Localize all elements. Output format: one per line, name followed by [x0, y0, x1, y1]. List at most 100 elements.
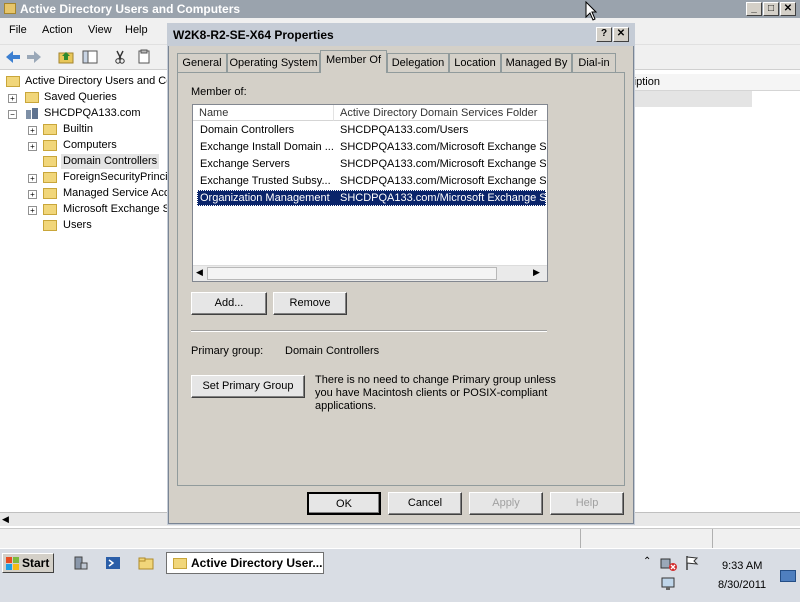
member-of-list[interactable]: Name Active Directory Domain Services Fo…: [192, 104, 548, 282]
separator: [191, 330, 547, 332]
column-header-label: ription: [630, 76, 660, 88]
description-column-header[interactable]: ription: [622, 74, 800, 91]
scroll-left-arrow-icon[interactable]: ◀: [2, 514, 9, 525]
expand-managed-service[interactable]: +: [28, 190, 37, 199]
tab-general[interactable]: General: [177, 53, 227, 72]
domain-controllers-ou-icon: [43, 156, 57, 167]
status-bar: [0, 528, 800, 549]
navigation-tree: Active Directory Users and Co + Saved Qu…: [0, 70, 176, 512]
menu-action[interactable]: Action: [42, 24, 73, 36]
info-text-line-1: There is no need to change Primary group…: [315, 374, 556, 386]
tree-item-domain-controllers[interactable]: Domain Controllers: [61, 154, 160, 169]
list-item-selected[interactable]: Organization Management SHCDPQA133.com/M…: [197, 190, 546, 206]
tree-item-builtin[interactable]: Builtin: [63, 122, 93, 137]
saved-queries-folder-icon: [25, 92, 39, 103]
set-primary-group-button[interactable]: Set Primary Group: [191, 375, 305, 398]
expand-saved-queries[interactable]: +: [8, 94, 17, 103]
list-scroll-thumb[interactable]: [207, 267, 497, 280]
expand-builtin[interactable]: +: [28, 126, 37, 135]
list-item-name: Exchange Trusted Subsy...: [200, 175, 331, 187]
show-hide-tree-icon[interactable]: [82, 49, 98, 65]
list-item[interactable]: Exchange Trusted Subsy... SHCDPQA133.com…: [197, 173, 546, 189]
back-arrow-icon[interactable]: [5, 49, 21, 65]
collapse-domain[interactable]: −: [8, 110, 17, 119]
tab-dial-in[interactable]: Dial-in: [572, 53, 616, 72]
clock-date[interactable]: 8/30/2011: [718, 579, 766, 591]
cancel-button[interactable]: Cancel: [388, 492, 462, 515]
tree-item-managed-service[interactable]: Managed Service Acco: [63, 186, 176, 201]
main-close-button[interactable]: ✕: [780, 2, 796, 16]
tab-managed-by[interactable]: Managed By: [501, 53, 572, 72]
help-button[interactable]: Help: [550, 492, 624, 515]
tree-item-microsoft-exchange[interactable]: Microsoft Exchange S: [63, 202, 170, 217]
domain-icon: [26, 108, 38, 119]
status-divider-2: [712, 529, 713, 549]
server-manager-icon[interactable]: [72, 555, 88, 571]
up-folder-icon[interactable]: [58, 49, 74, 65]
list-item[interactable]: Domain Controllers SHCDPQA133.com/Users: [197, 122, 546, 138]
main-title-bar: Active Directory Users and Computers _ □…: [0, 0, 800, 18]
expand-computers[interactable]: +: [28, 142, 37, 151]
users-folder-icon: [43, 220, 57, 231]
action-center-flag-icon[interactable]: [684, 555, 700, 571]
tab-delegation[interactable]: Delegation: [387, 53, 449, 72]
tree-item-saved-queries[interactable]: Saved Queries: [44, 90, 117, 105]
list-item-folder: SHCDPQA133.com/Microsoft Exchange Se: [340, 158, 546, 170]
dialog-title-bar: W2K8-R2-SE-X64 Properties ? ✕: [168, 24, 634, 46]
tab-location[interactable]: Location: [449, 53, 501, 72]
cut-icon[interactable]: [112, 49, 128, 65]
menu-file[interactable]: File: [9, 24, 27, 36]
taskbar-app-icon: [173, 558, 187, 569]
microsoft-exchange-ou-icon: [43, 204, 57, 215]
column-header-folder[interactable]: Active Directory Domain Services Folder: [334, 105, 547, 121]
add-button[interactable]: Add...: [191, 292, 267, 315]
powershell-icon[interactable]: [105, 555, 121, 571]
list-item-name: Organization Management: [200, 192, 330, 204]
ok-button[interactable]: OK: [307, 492, 381, 515]
expand-foreign-security[interactable]: +: [28, 174, 37, 183]
column-header-name[interactable]: Name: [193, 105, 334, 121]
tree-item-users[interactable]: Users: [63, 218, 92, 233]
show-desktop-button[interactable]: [780, 570, 796, 582]
list-item[interactable]: Exchange Install Domain ... SHCDPQA133.c…: [197, 139, 546, 155]
taskbar-ad-users-button[interactable]: Active Directory User...: [166, 552, 324, 574]
list-scroll-left-icon[interactable]: ◀: [196, 267, 203, 278]
list-item-name: Domain Controllers: [200, 124, 295, 136]
explorer-folder-icon[interactable]: [138, 555, 154, 571]
minimize-button[interactable]: _: [746, 2, 762, 16]
copy-icon[interactable]: [136, 49, 152, 65]
main-window-title: Active Directory Users and Computers: [20, 2, 241, 16]
mouse-pointer-icon: [585, 1, 597, 21]
show-hidden-icons-icon[interactable]: ⌃: [643, 556, 651, 567]
status-divider: [580, 529, 581, 549]
forward-arrow-icon[interactable]: [26, 49, 42, 65]
tree-item-foreign-security[interactable]: ForeignSecurityPrincip: [63, 170, 174, 185]
dialog-close-button[interactable]: ✕: [613, 27, 629, 42]
tab-member-of[interactable]: Member Of: [320, 50, 387, 73]
maximize-button[interactable]: □: [763, 2, 779, 16]
tree-item-computers[interactable]: Computers: [63, 138, 117, 153]
info-text-line-2: you have Macintosh clients or POSIX-comp…: [315, 387, 548, 399]
apply-button[interactable]: Apply: [469, 492, 543, 515]
managed-service-folder-icon: [43, 188, 57, 199]
tree-root-label[interactable]: Active Directory Users and Co: [25, 74, 172, 89]
list-horizontal-scrollbar[interactable]: ◀ ▶: [193, 265, 547, 281]
list-item[interactable]: Exchange Servers SHCDPQA133.com/Microsof…: [197, 156, 546, 172]
list-scroll-right-icon[interactable]: ▶: [533, 267, 540, 278]
tab-operating-system[interactable]: Operating System: [227, 53, 320, 72]
list-item-folder: SHCDPQA133.com/Users: [340, 124, 469, 136]
menu-help[interactable]: Help: [125, 24, 148, 36]
primary-group-label: Primary group:: [191, 345, 264, 357]
display-monitor-icon[interactable]: [660, 576, 678, 592]
member-of-label: Member of:: [191, 86, 247, 98]
tree-item-domain[interactable]: SHCDPQA133.com: [44, 106, 141, 121]
expand-microsoft-exchange[interactable]: +: [28, 206, 37, 215]
dialog-help-button[interactable]: ?: [596, 27, 612, 42]
start-button[interactable]: Start: [2, 553, 54, 573]
details-row-highlight[interactable]: [622, 91, 752, 107]
remove-button[interactable]: Remove: [273, 292, 347, 315]
menu-view[interactable]: View: [88, 24, 112, 36]
ad-users-app-icon: [4, 3, 16, 14]
clock-time[interactable]: 9:33 AM: [722, 560, 762, 572]
network-warning-icon[interactable]: [660, 556, 678, 572]
